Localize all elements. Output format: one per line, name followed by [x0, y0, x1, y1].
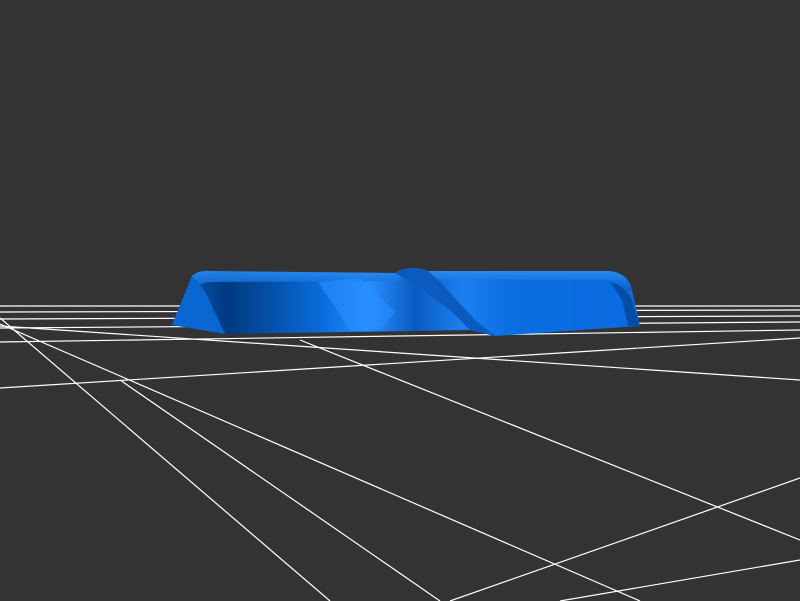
ground-grid	[0, 305, 800, 601]
3d-viewport[interactable]	[0, 0, 800, 601]
scene-canvas[interactable]	[0, 0, 800, 601]
blue-twisted-bar-model[interactable]	[172, 267, 640, 336]
